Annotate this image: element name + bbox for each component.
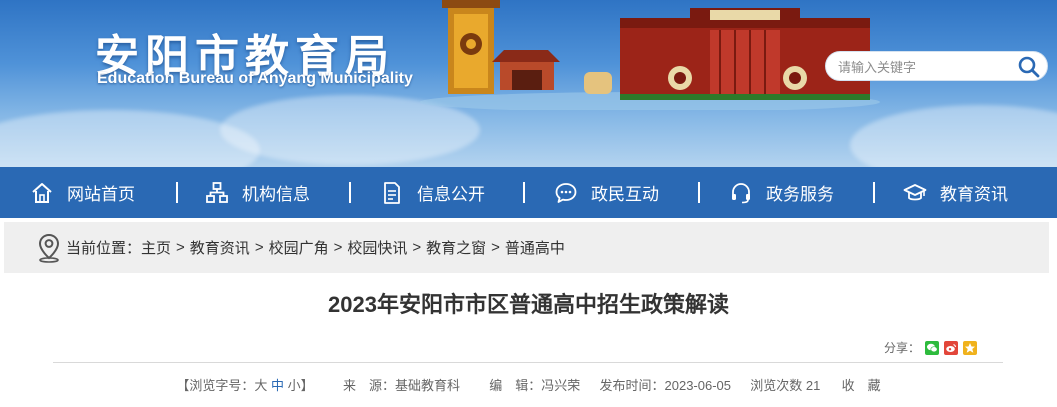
nav-item-label: 机构信息 [242,185,310,204]
chat-icon [555,182,577,203]
nav-item-label: 政民互动 [591,185,659,204]
nav-item-label: 政务服务 [766,185,834,204]
publish-date: 2023-06-05 [664,378,732,393]
cloud-decoration [850,105,1057,167]
cloud-decoration [0,110,260,167]
search-icon[interactable] [1017,55,1041,79]
wechat-share-icon[interactable] [925,340,940,355]
nav-divider [698,182,700,203]
favorite-button[interactable]: 收 藏 [842,378,881,393]
breadcrumb-item-education-news[interactable]: 教育资讯 [190,237,250,258]
nav-divider [176,182,178,203]
nav-item-services[interactable]: 政务服务 [729,167,834,218]
nav-item-label: 网站首页 [67,185,135,204]
nav-divider [873,182,875,203]
qzone-share-icon[interactable] [963,340,978,355]
nav-divider [523,182,525,203]
article-meta: 【浏览字号：大 中 小】 来 源：基础教育科 编 辑：冯兴荣 发布时间：2023… [0,375,1057,394]
document-icon [384,181,400,204]
breadcrumb-separator: > [412,239,422,256]
share-bar: 分享： [884,339,978,356]
date-label: 发布时间： [599,378,665,393]
home-icon [32,182,52,203]
font-size-large-button[interactable]: 大 [254,378,267,393]
views-count: 21 [805,378,821,393]
article-title: 2023年安阳市市区普通高中招生政策解读 [328,292,729,317]
main-nav: 网站首页 机构信息 信息公开 政民互动 政务服务 教育资讯 [0,167,1057,218]
nav-item-label: 教育资讯 [940,185,1008,204]
breadcrumb-separator: > [491,239,500,256]
source-value: 基础教育科 [394,378,460,393]
header-banner: 安阳市教育局 Education Bureau of Anyang Munici… [0,0,1057,167]
font-size-medium-button[interactable]: 中 [271,378,284,393]
weibo-share-icon[interactable] [944,340,959,355]
breadcrumb-item-campus-news[interactable]: 校园快讯 [347,237,407,258]
breadcrumb-separator: > [333,239,343,256]
search-input[interactable] [838,57,1013,77]
views-label: 浏览次数 [750,378,803,393]
nav-item-education-news[interactable]: 教育资讯 [903,167,1008,218]
location-pin-icon [38,233,60,263]
nav-item-info-disclosure[interactable]: 信息公开 [380,167,485,218]
breadcrumb: 当前位置： 主页 > 教育资讯 > 校园广角 > 校园快讯 > 教育之窗 > 普… [4,222,1049,273]
nav-item-home[interactable]: 网站首页 [30,167,135,218]
org-chart-icon [206,181,228,203]
headset-icon [732,182,750,203]
font-size-small-button[interactable]: 小 [288,378,301,393]
breadcrumb-item-education-window[interactable]: 教育之窗 [426,237,486,258]
breadcrumb-separator: > [254,239,264,256]
nav-divider [349,182,351,203]
editor-label: 编 辑： [489,378,542,393]
graduation-cap-icon [903,183,927,200]
breadcrumb-item-home[interactable]: 主页 [141,237,171,258]
font-size-close: 】 [300,378,314,393]
source-label: 来 源： [342,378,395,393]
landmark-illustration [420,0,880,110]
share-label: 分享： [884,341,921,355]
nav-item-org-info[interactable]: 机构信息 [205,167,310,218]
nav-item-interaction[interactable]: 政民互动 [554,167,659,218]
nav-item-label: 信息公开 [417,185,485,204]
editor-value: 冯兴荣 [541,378,581,393]
breadcrumb-label: 当前位置： [66,240,142,257]
breadcrumb-item-high-school[interactable]: 普通高中 [505,237,565,258]
site-subtitle: Education Bureau of Anyang Municipality [97,70,413,87]
article-divider [53,362,1003,363]
font-size-label: 【浏览字号： [176,378,255,393]
search-box [825,51,1048,81]
breadcrumb-separator: > [176,239,185,256]
breadcrumb-item-campus-view[interactable]: 校园广角 [269,237,329,258]
